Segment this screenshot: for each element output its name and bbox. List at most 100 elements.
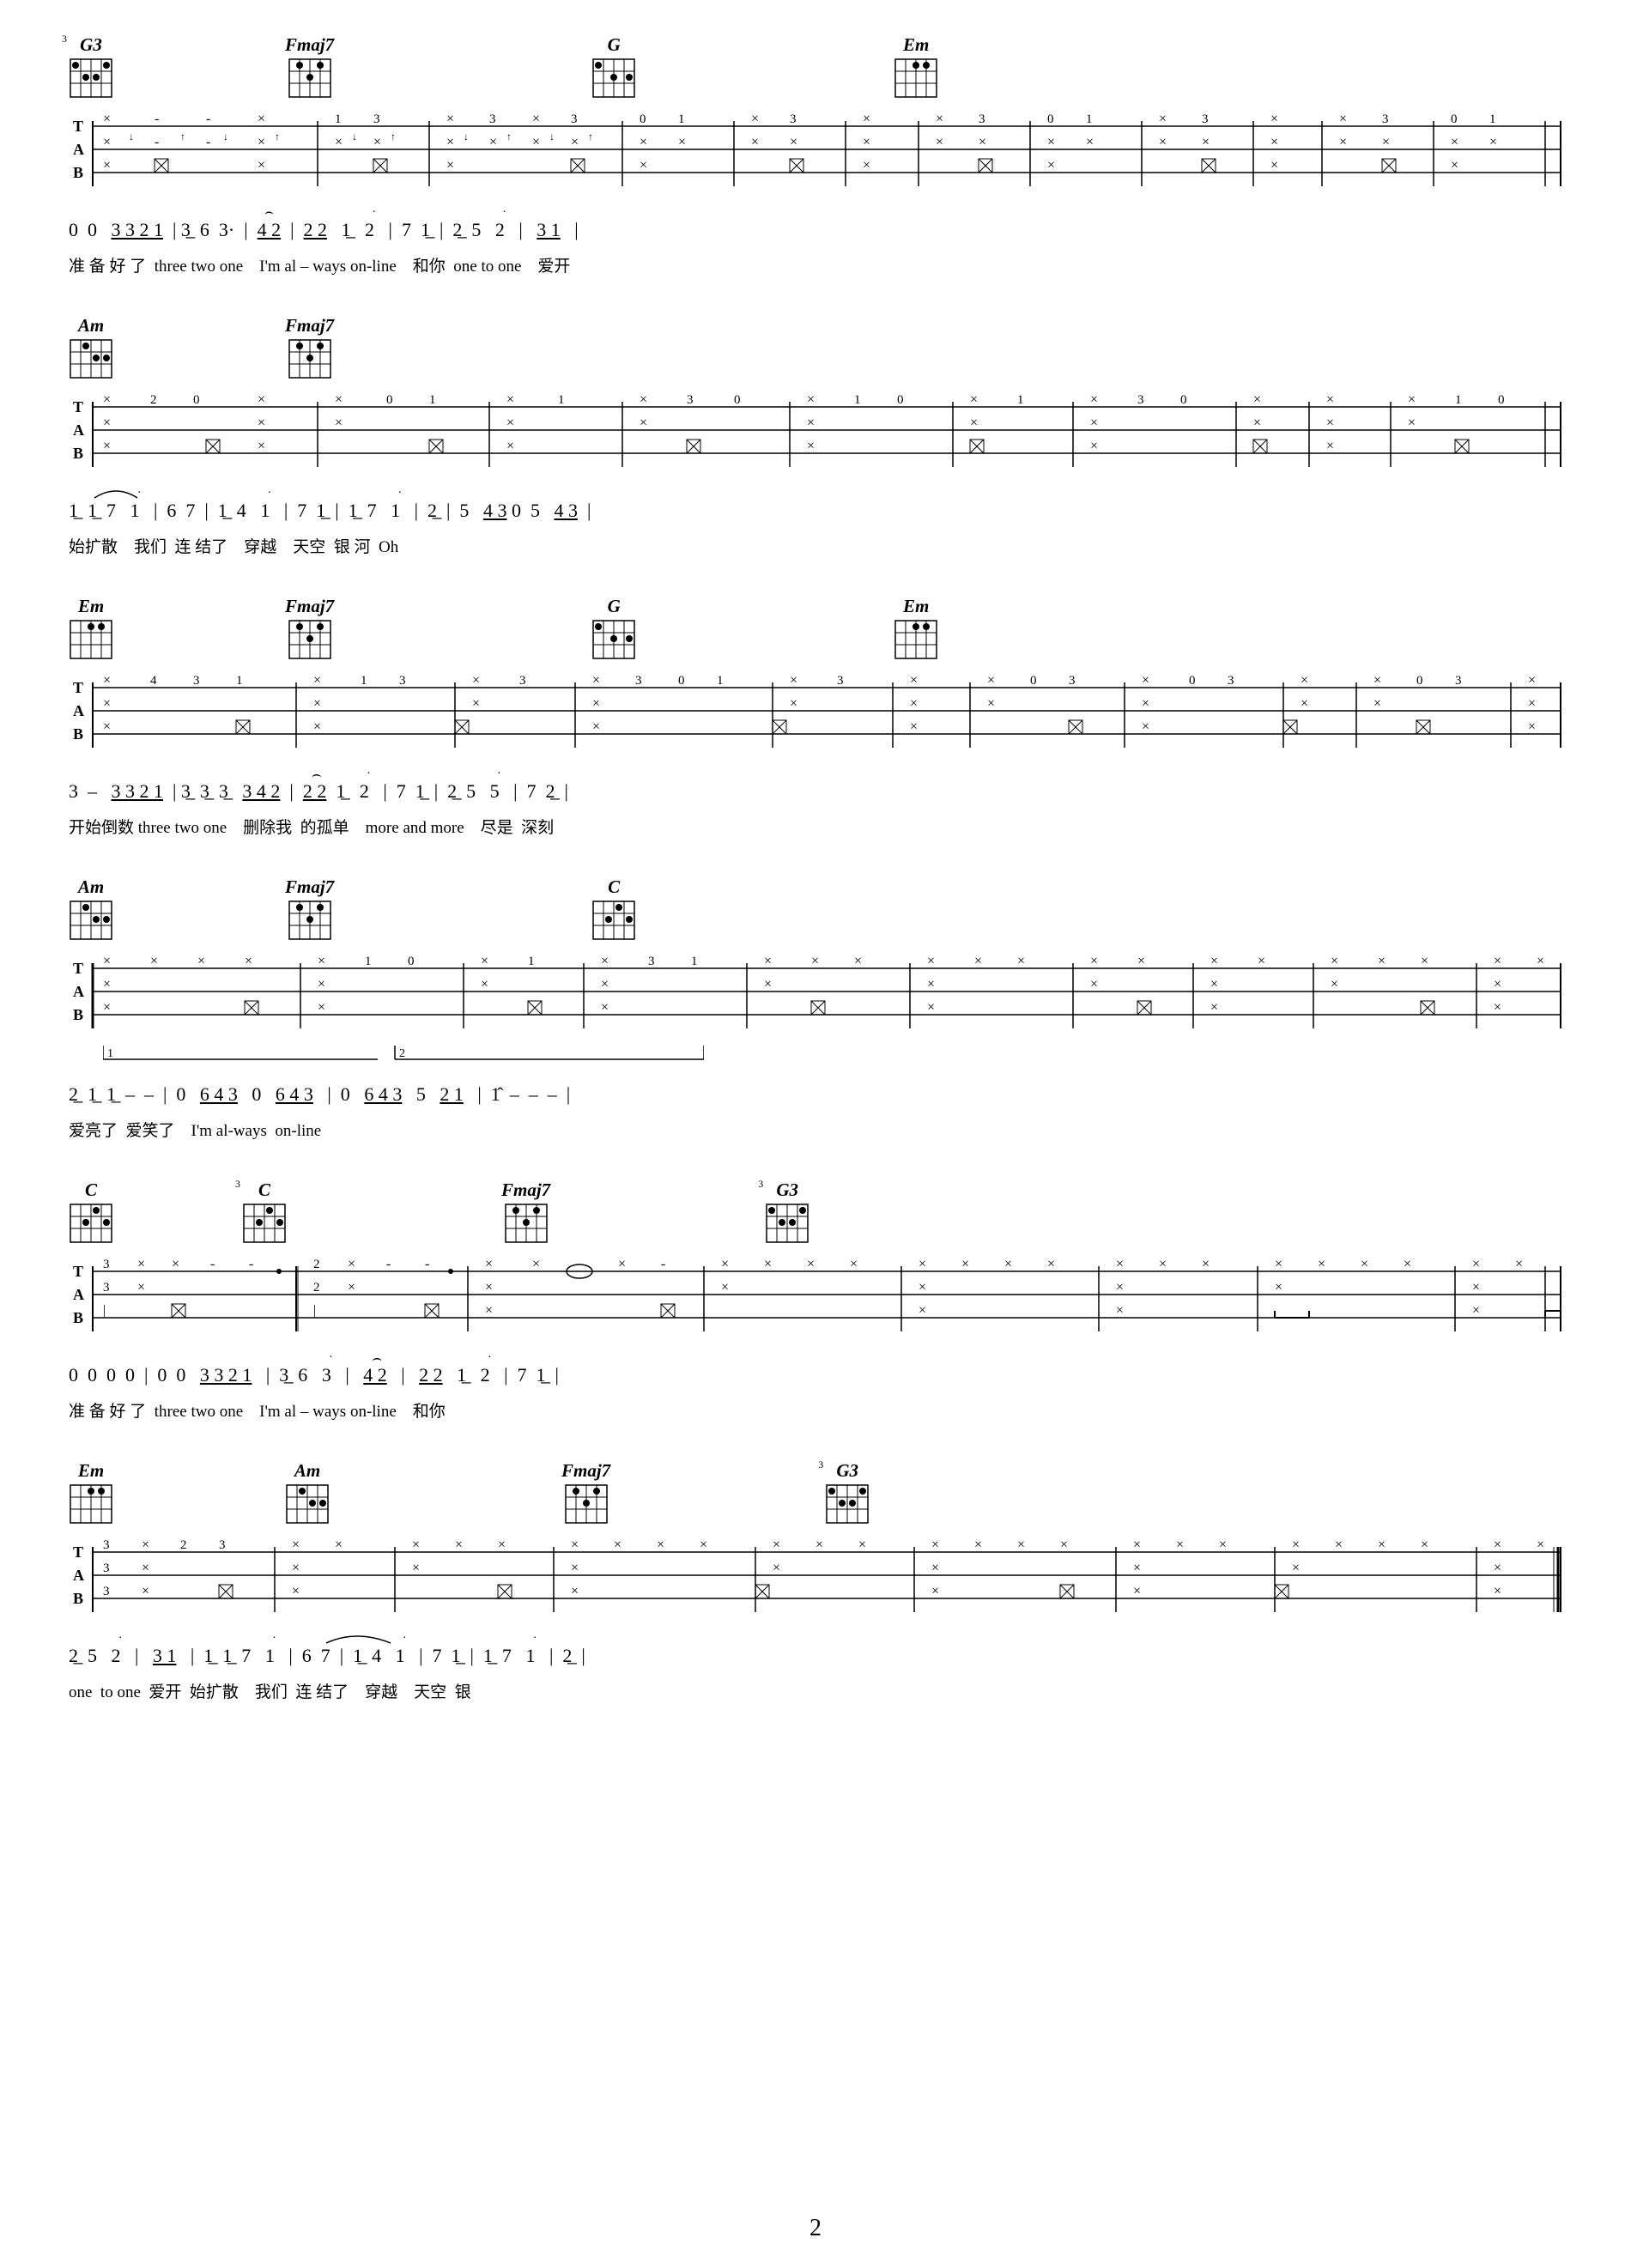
svg-text:×: ×	[863, 112, 870, 126]
svg-text:×: ×	[103, 158, 111, 173]
svg-text:×: ×	[790, 135, 797, 149]
svg-text:A: A	[73, 983, 84, 1000]
svg-text:×: ×	[1210, 977, 1218, 991]
svg-text:3: 3	[103, 1585, 110, 1598]
svg-text:×: ×	[1494, 1000, 1501, 1015]
svg-text:3: 3	[790, 112, 797, 126]
svg-text:×: ×	[313, 719, 321, 734]
svg-text:×: ×	[1378, 1537, 1385, 1552]
svg-text:2: 2	[313, 1281, 320, 1295]
svg-text:×: ×	[1047, 135, 1055, 149]
svg-text:|: |	[103, 1303, 106, 1318]
svg-text:×: ×	[858, 1537, 866, 1552]
svg-text:×: ×	[1421, 1537, 1428, 1552]
svg-text:-: -	[155, 112, 159, 126]
svg-text:×: ×	[318, 954, 325, 968]
svg-text:B: B	[73, 445, 83, 462]
chord-fmaj7-2: Fmaj7	[285, 315, 334, 379]
svg-text:×: ×	[919, 1303, 926, 1318]
svg-text:×: ×	[1090, 415, 1098, 430]
svg-text:×: ×	[455, 1537, 463, 1552]
svg-text:×: ×	[1047, 1257, 1055, 1271]
svg-text:×: ×	[592, 673, 600, 688]
svg-text:1: 1	[236, 674, 243, 688]
lyrics-4: 爱亮了 爱笑了 I'm al-ways on-line	[69, 1118, 1562, 1141]
svg-text:×: ×	[936, 135, 943, 149]
svg-text:×: ×	[506, 392, 514, 407]
svg-text:×: ×	[142, 1537, 149, 1552]
svg-text:×: ×	[1378, 954, 1385, 968]
svg-text:×: ×	[412, 1561, 420, 1575]
svg-text:1: 1	[854, 393, 861, 407]
section-3: Em Fmaj7	[69, 596, 1562, 838]
svg-text:0: 0	[640, 112, 646, 126]
svg-text:×: ×	[618, 1257, 626, 1271]
svg-text:-: -	[249, 1257, 253, 1271]
lyrics-3: 开始倒数 three two one 删除我 的孤单 more and more…	[69, 815, 1562, 838]
svg-text:×: ×	[1142, 719, 1149, 734]
svg-text:×: ×	[489, 135, 497, 149]
svg-text:×: ×	[1137, 954, 1145, 968]
svg-text:×: ×	[601, 954, 609, 968]
chord-c-3: 3 C	[242, 1179, 287, 1244]
svg-text:×: ×	[481, 954, 488, 968]
svg-text:↑: ↑	[180, 130, 185, 143]
svg-text:-: -	[206, 135, 210, 149]
notation-3: 3 – 3 3 2 1 | 3̲ 3̲ 3̲ 3 4 2 | ⌢ 2 2 1̲ …	[69, 767, 1562, 815]
svg-text:×: ×	[1210, 1000, 1218, 1015]
svg-text:0: 0	[734, 393, 741, 407]
svg-text:3: 3	[635, 674, 642, 688]
svg-text:×: ×	[1326, 392, 1334, 407]
svg-text:A: A	[73, 1567, 84, 1584]
svg-text:×: ×	[961, 1257, 969, 1271]
chord-am-3: Am	[285, 1460, 330, 1525]
svg-text:×: ×	[863, 135, 870, 149]
svg-text:0: 0	[1416, 674, 1423, 688]
svg-text:×: ×	[103, 112, 111, 126]
svg-text:0: 0	[1189, 674, 1196, 688]
svg-text:×: ×	[571, 1561, 579, 1575]
svg-text:B: B	[73, 164, 83, 181]
svg-text:×: ×	[1090, 977, 1098, 991]
svg-text:×: ×	[412, 1537, 420, 1552]
svg-text:×: ×	[1318, 1257, 1325, 1271]
notation-2: 1̲ 1̲ 7 1· | 6 7 | 1̲ 4 1· | 7 1̲ | 1̲ 7…	[69, 487, 1562, 534]
svg-text:4: 4	[150, 674, 157, 688]
svg-text:×: ×	[532, 135, 540, 149]
svg-text:×: ×	[850, 1257, 858, 1271]
svg-text:0: 0	[1030, 674, 1037, 688]
svg-text:|: |	[313, 1303, 316, 1318]
svg-text:×: ×	[1494, 954, 1501, 968]
svg-text:×: ×	[927, 1000, 935, 1015]
svg-text:×: ×	[335, 415, 343, 430]
svg-text:×: ×	[1331, 977, 1338, 991]
svg-text:×: ×	[931, 1561, 939, 1575]
svg-text:×: ×	[258, 392, 265, 407]
svg-text:×: ×	[472, 673, 480, 688]
svg-text:×: ×	[1292, 1537, 1300, 1552]
svg-text:0: 0	[408, 955, 415, 968]
svg-text:×: ×	[313, 673, 321, 688]
svg-text:1: 1	[678, 112, 685, 126]
svg-text:1: 1	[691, 955, 698, 968]
svg-text:×: ×	[721, 1257, 729, 1271]
svg-text:3: 3	[1455, 674, 1462, 688]
svg-text:×: ×	[1270, 135, 1278, 149]
svg-text:×: ×	[103, 696, 111, 711]
svg-text:×: ×	[446, 112, 454, 126]
svg-text:3: 3	[103, 1562, 110, 1575]
svg-text:×: ×	[532, 112, 540, 126]
svg-text:3: 3	[193, 674, 200, 688]
page: 3 G3 Fmaj7	[0, 0, 1631, 2268]
svg-text:×: ×	[498, 1537, 506, 1552]
svg-text:0: 0	[678, 674, 685, 688]
svg-text:×: ×	[335, 1537, 343, 1552]
svg-text:×: ×	[1472, 1303, 1480, 1318]
svg-text:3: 3	[399, 674, 406, 688]
svg-text:×: ×	[931, 1584, 939, 1598]
lyrics-5: 准 备 好 了 three two one I'm al – ways on-l…	[69, 1398, 1562, 1422]
svg-text:×: ×	[751, 135, 759, 149]
svg-text:×: ×	[974, 954, 982, 968]
svg-text:×: ×	[1017, 954, 1025, 968]
svg-text:2: 2	[313, 1258, 320, 1271]
